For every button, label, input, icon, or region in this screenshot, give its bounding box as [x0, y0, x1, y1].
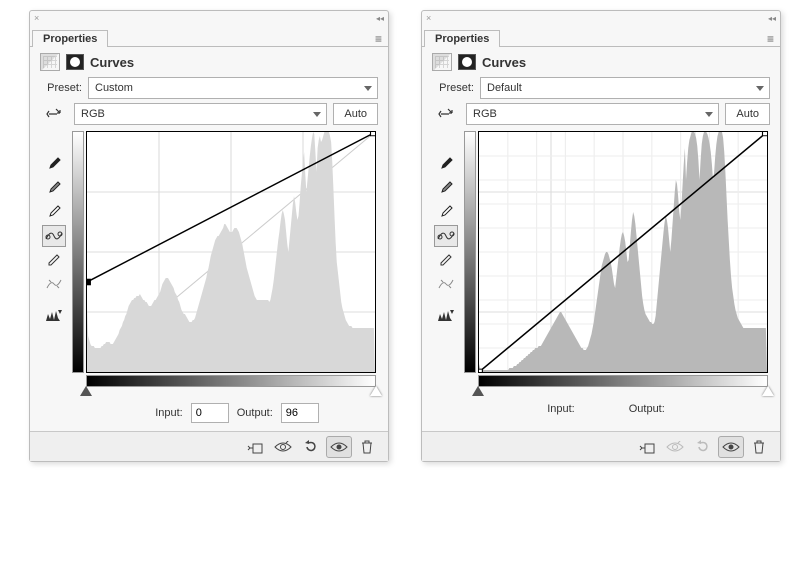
auto-button[interactable]: Auto — [333, 103, 378, 125]
visibility-icon[interactable] — [718, 436, 744, 458]
white-point-slider[interactable] — [762, 386, 774, 396]
trash-icon[interactable] — [354, 436, 380, 458]
preset-row: Preset: Default — [422, 75, 780, 101]
menu-icon[interactable]: ≡ — [375, 32, 382, 46]
input-field[interactable] — [191, 403, 229, 423]
reset-icon — [690, 436, 716, 458]
channel-select[interactable]: RGB — [74, 103, 327, 125]
direct-curve-icon[interactable] — [42, 225, 66, 247]
curves-body — [422, 127, 780, 393]
direct-curve-icon[interactable] — [434, 225, 458, 247]
eyedropper-white-icon[interactable] — [42, 201, 66, 223]
eyedropper-white-icon[interactable] — [434, 201, 458, 223]
properties-panel-left: × ◂◂ Properties ≡ Curves Preset: Custom … — [29, 10, 389, 462]
smooth-icon[interactable] — [42, 273, 66, 295]
curve-area — [464, 131, 770, 391]
tab-bar: Properties ≡ — [30, 25, 388, 47]
eyedropper-black-icon[interactable] — [42, 153, 66, 175]
curve-box[interactable] — [86, 131, 376, 373]
io-row: Input: Output: — [30, 393, 388, 431]
tool-column — [432, 131, 460, 391]
panel-footer — [30, 431, 388, 461]
menu-icon[interactable]: ≡ — [767, 32, 774, 46]
layer-mask-icon[interactable] — [458, 54, 476, 70]
output-label: Output: — [629, 403, 665, 415]
adjustment-title: Curves — [90, 55, 134, 70]
input-label: Input: — [547, 403, 575, 415]
channel-row: RGB Auto — [30, 101, 388, 127]
preset-label: Preset: — [40, 82, 82, 94]
preset-select[interactable]: Custom — [88, 77, 378, 99]
io-row: Input: Output: — [422, 393, 780, 423]
clip-warning-icon[interactable] — [42, 305, 66, 327]
white-point-slider[interactable] — [370, 386, 382, 396]
reset-icon[interactable] — [298, 436, 324, 458]
properties-panel-right: × ◂◂ Properties ≡ Curves Preset: Default… — [421, 10, 781, 462]
input-label: Input: — [155, 407, 183, 419]
adjustment-title: Curves — [482, 55, 526, 70]
input-gradient — [86, 375, 376, 387]
output-field[interactable] — [281, 403, 319, 423]
black-point-slider[interactable] — [472, 386, 484, 396]
scrubby-icon[interactable] — [434, 103, 458, 125]
curves-adjustment-icon — [432, 53, 452, 71]
view-previous-icon[interactable] — [270, 436, 296, 458]
channel-row: RGB Auto — [422, 101, 780, 127]
panel-titlebar: × ◂◂ — [422, 11, 780, 25]
clip-mask-icon[interactable] — [242, 436, 268, 458]
adjustment-header: Curves — [422, 47, 780, 75]
preset-select[interactable]: Default — [480, 77, 770, 99]
trash-icon[interactable] — [746, 436, 772, 458]
tab-bar: Properties ≡ — [422, 25, 780, 47]
panel-footer — [422, 431, 780, 461]
output-gradient — [72, 131, 84, 373]
view-previous-icon — [662, 436, 688, 458]
preset-label: Preset: — [432, 82, 474, 94]
tool-column — [40, 131, 68, 391]
clip-mask-icon[interactable] — [634, 436, 660, 458]
output-gradient — [464, 131, 476, 373]
layer-mask-icon[interactable] — [66, 54, 84, 70]
channel-select[interactable]: RGB — [466, 103, 719, 125]
auto-button[interactable]: Auto — [725, 103, 770, 125]
clip-warning-icon[interactable] — [434, 305, 458, 327]
black-point-slider[interactable] — [80, 386, 92, 396]
scrubby-icon[interactable] — [42, 103, 66, 125]
collapse-icon[interactable]: ◂◂ — [768, 14, 776, 23]
tab-properties[interactable]: Properties — [424, 30, 500, 47]
eyedropper-black-icon[interactable] — [434, 153, 458, 175]
adjustment-header: Curves — [30, 47, 388, 75]
preset-row: Preset: Custom — [30, 75, 388, 101]
collapse-icon[interactable]: ◂◂ — [376, 14, 384, 23]
output-label: Output: — [237, 407, 273, 419]
smooth-icon[interactable] — [434, 273, 458, 295]
visibility-icon[interactable] — [326, 436, 352, 458]
panel-titlebar: × ◂◂ — [30, 11, 388, 25]
input-gradient — [478, 375, 768, 387]
eyedropper-gray-icon[interactable] — [42, 177, 66, 199]
pencil-icon[interactable] — [434, 249, 458, 271]
tab-properties[interactable]: Properties — [32, 30, 108, 47]
pencil-icon[interactable] — [42, 249, 66, 271]
curves-body — [30, 127, 388, 393]
curve-box[interactable] — [478, 131, 768, 373]
close-icon[interactable]: × — [426, 13, 431, 23]
close-icon[interactable]: × — [34, 13, 39, 23]
curve-area — [72, 131, 378, 391]
eyedropper-gray-icon[interactable] — [434, 177, 458, 199]
curves-adjustment-icon — [40, 53, 60, 71]
